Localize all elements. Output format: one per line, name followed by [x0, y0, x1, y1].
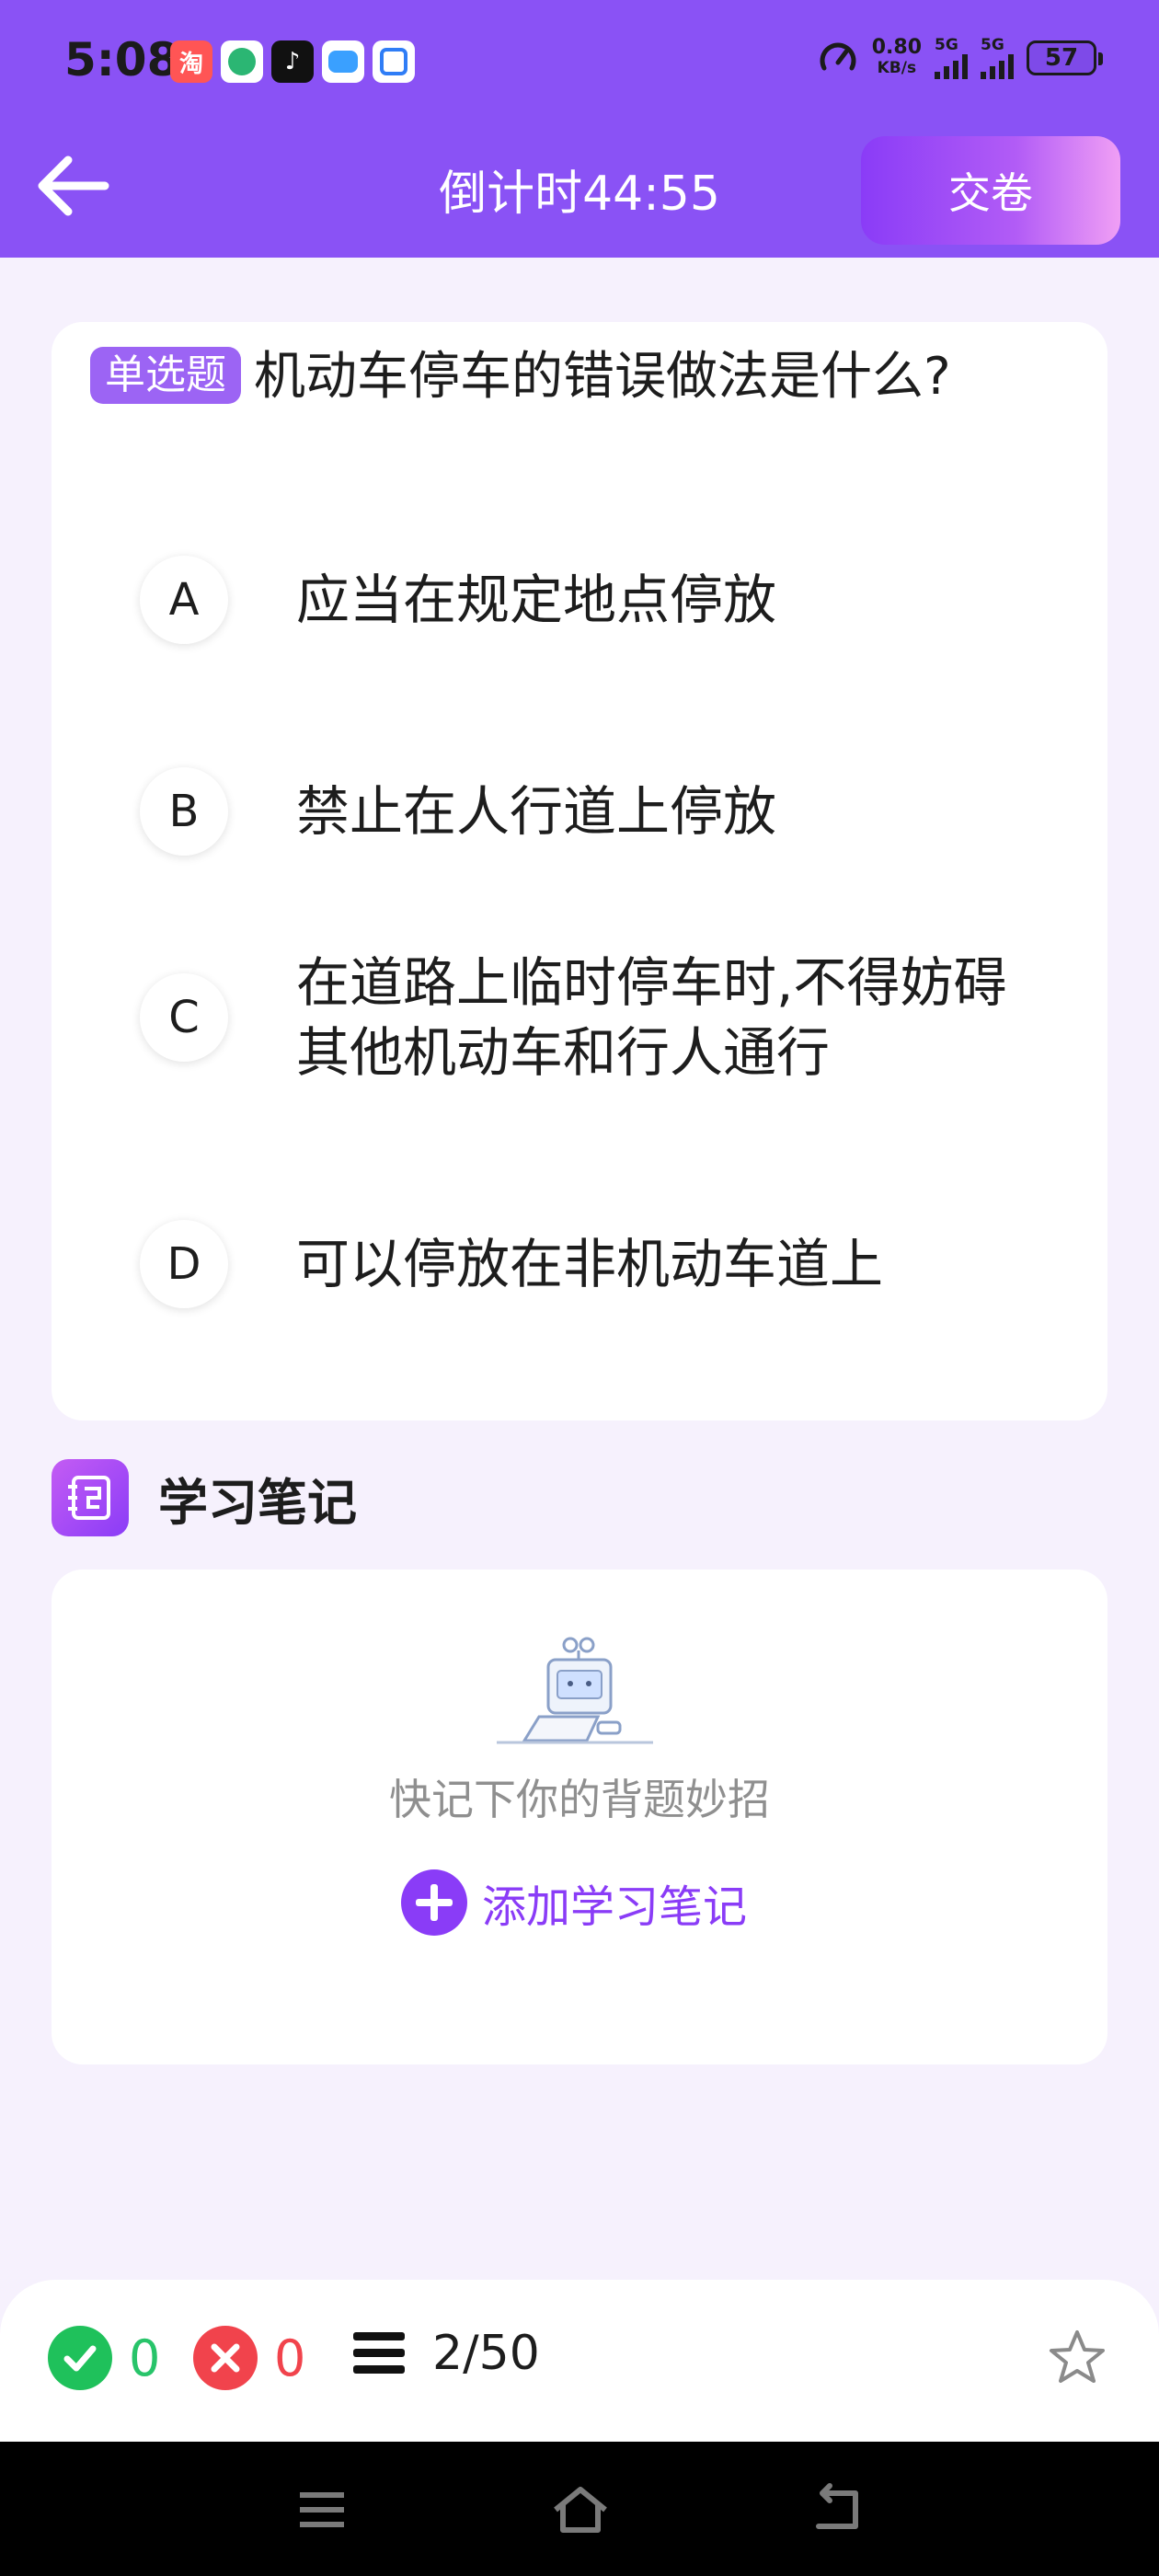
option-letter: A	[140, 556, 228, 644]
signal-1-label: 5G	[935, 35, 958, 54]
status-bar: 5:08 淘 ♪ 0.80 KB/s 5G 5G 57	[0, 0, 1159, 124]
green-app-icon	[221, 40, 263, 83]
option-letter: C	[140, 973, 228, 1062]
network-speed: 0.80 KB/s	[872, 38, 922, 78]
option-text: 应当在规定地点停放	[296, 569, 777, 631]
option-c[interactable]: C 在道路上临时停车时,不得妨碍其他机动车和行人通行	[140, 948, 1060, 1087]
option-b[interactable]: B 禁止在人行道上停放	[140, 767, 1060, 856]
question-text: 机动车停车的错误做法是什么?	[254, 347, 951, 407]
favorite-star-icon[interactable]	[1047, 2328, 1107, 2388]
option-letter: D	[140, 1220, 228, 1308]
add-note-button[interactable]: 添加学习笔记	[401, 1869, 747, 1936]
status-indicators: 0.80 KB/s 5G 5G 57	[817, 35, 1103, 79]
correct-count: 0	[129, 2329, 161, 2387]
status-time: 5:08	[64, 33, 179, 86]
menu-list-icon	[353, 2332, 405, 2374]
blue-app-icon	[322, 40, 364, 83]
option-text: 可以停放在非机动车道上	[296, 1233, 884, 1295]
question-title: 单选题 机动车停车的错误做法是什么?	[90, 344, 1028, 410]
signal-bars-icon	[935, 53, 968, 79]
plus-icon	[401, 1869, 467, 1936]
battery-icon: 57	[1027, 40, 1103, 75]
signal-bars-icon	[981, 53, 1014, 79]
signal-2-label: 5G	[981, 35, 1004, 54]
speedometer-icon	[820, 42, 856, 71]
option-text: 在道路上临时停车时,不得妨碍其他机动车和行人通行	[296, 951, 1007, 1084]
progress-count: 2/50	[432, 2326, 540, 2381]
question-type-badge: 单选题	[90, 347, 241, 404]
home-icon[interactable]	[550, 2482, 611, 2537]
wrong-count: 0	[274, 2329, 306, 2387]
notes-empty-text: 快记下你的背题妙招	[389, 1775, 770, 1824]
tiktok-app-icon: ♪	[271, 40, 314, 83]
notes-card: 快记下你的背题妙招 添加学习笔记	[52, 1570, 1107, 2064]
correct-stat: 0	[48, 2326, 160, 2390]
option-text: 禁止在人行道上停放	[296, 780, 777, 843]
signal-2: 5G	[981, 35, 1014, 79]
option-d[interactable]: D 可以停放在非机动车道上	[140, 1220, 1060, 1308]
nav-bar: 倒计时44:55 交卷	[0, 129, 1159, 248]
system-nav-bar	[0, 2442, 1159, 2576]
tieba-app-icon	[373, 40, 415, 83]
back-nav-icon[interactable]	[809, 2482, 865, 2537]
notification-icons: 淘 ♪	[170, 40, 415, 83]
network-speed-value: 0.80	[871, 36, 922, 59]
option-letter: B	[140, 767, 228, 856]
wrong-stat: 0	[193, 2326, 305, 2390]
notes-header: 学习笔记	[52, 1459, 357, 1536]
signal-1: 5G	[935, 35, 968, 79]
taobao-app-icon: 淘	[170, 40, 212, 83]
top-header: 5:08 淘 ♪ 0.80 KB/s 5G 5G 57 倒计时44:55 交卷	[0, 0, 1159, 258]
question-card: 单选题 机动车停车的错误做法是什么? A 应当在规定地点停放 B 禁止在人行道上停…	[52, 322, 1107, 1420]
robot-illustration-icon	[497, 1637, 653, 1744]
answer-stats-bar: 0 0 2/50	[0, 2280, 1159, 2442]
submit-exam-button[interactable]: 交卷	[861, 136, 1120, 245]
question-progress[interactable]: 2/50	[353, 2326, 540, 2381]
cross-icon	[193, 2326, 258, 2390]
check-icon	[48, 2326, 112, 2390]
recent-apps-icon[interactable]	[294, 2482, 350, 2537]
network-speed-unit: KB/s	[877, 59, 917, 77]
notebook-icon	[52, 1459, 129, 1536]
option-a[interactable]: A 应当在规定地点停放	[140, 556, 1060, 644]
add-note-label: 添加学习笔记	[482, 1881, 748, 1933]
notes-title: 学习笔记	[158, 1473, 357, 1532]
